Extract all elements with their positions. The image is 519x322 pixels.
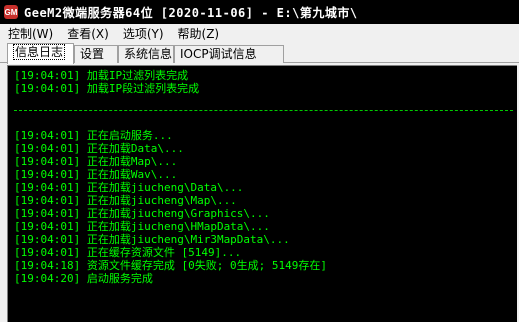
tab-info-log-label: 信息日志 [13,44,66,60]
log-line: [19:04:01] 正在加载jiucheng\Graphics\... [14,207,270,220]
menu-view[interactable]: 查看(X) [59,25,115,42]
menu-options[interactable]: 选项(Y) [115,25,170,42]
menu-control[interactable]: 控制(W) [0,25,59,42]
menu-bar: 控制(W) 查看(X) 选项(Y) 帮助(Z) [0,24,519,43]
log-line: [19:04:20] 启动服务完成 [14,272,153,285]
menu-help[interactable]: 帮助(Z) [170,25,226,42]
tab-iocp-debug[interactable]: IOCP调试信息 [174,45,284,63]
log-line: [19:04:18] 资源文件缓存完成 [0失败; 0生成; 5149存在] [14,259,327,272]
tab-system-info-label: 系统信息 [124,47,173,61]
log-line: [19:04:01] 正在加载jiucheng\Mir3MapData\... [14,233,290,246]
tab-strip: 信息日志 设置 系统信息 IOCP调试信息 [0,43,519,64]
tab-iocp-debug-label: IOCP调试信息 [180,47,257,61]
window-title: GeeM2微端服务器64位 [2020-11-06] - E:\第九城市\ [24,5,358,20]
log-line: [19:04:01] 正在加载jiucheng\Map\... [14,194,237,207]
log-line: [19:04:01] 加载IP段过滤列表完成 [14,82,200,95]
tab-settings[interactable]: 设置 [74,45,118,63]
log-line: [19:04:01] 加载IP过滤列表完成 [14,69,189,82]
title-bar[interactable]: GM GeeM2微端服务器64位 [2020-11-06] - E:\第九城市\ [0,0,519,24]
log-line: [19:04:01] 正在加载jiucheng\Data\... [14,181,244,194]
log-line: [19:04:01] 正在加载Wav\... [14,168,178,181]
log-line: [19:04:01] 正在加载jiucheng\HMapData\... [14,220,270,233]
log-line: [19:04:01] 正在缓存资源文件 [5149]... [14,246,242,259]
log-console[interactable]: [19:04:01] 加载IP过滤列表完成 [19:04:01] 加载IP段过滤… [7,65,517,322]
log-separator [14,110,513,111]
log-line: [19:04:01] 正在启动服务... [14,129,173,142]
tab-info-log[interactable]: 信息日志 [7,43,74,64]
tab-system-info[interactable]: 系统信息 [118,45,174,63]
log-line: [19:04:01] 正在加载Map\... [14,155,178,168]
log-line: [19:04:01] 正在加载Data\... [14,142,184,155]
tab-settings-label: 设置 [80,47,105,61]
app-icon[interactable]: GM [4,5,18,19]
